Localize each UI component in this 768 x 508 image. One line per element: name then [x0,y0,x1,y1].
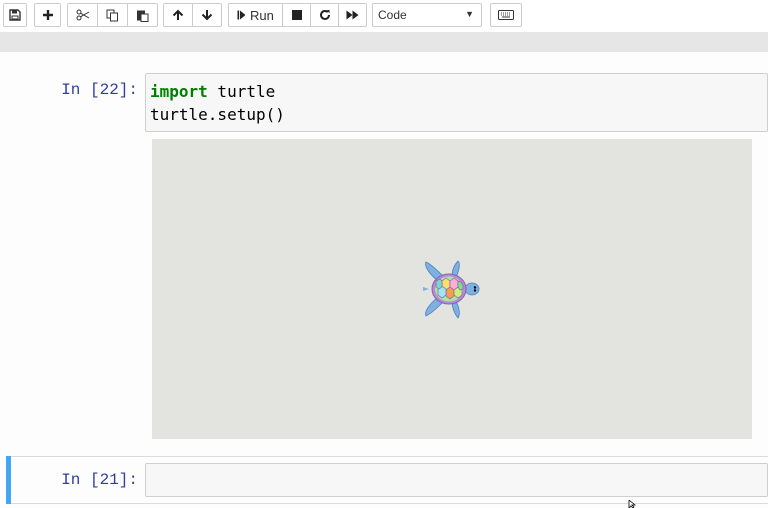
plus-icon [42,10,53,20]
floppy-disk-icon [9,9,21,21]
cell-type-value: Code [378,8,407,22]
arrow-up-icon [172,9,184,20]
keyboard-icon [498,10,514,20]
mouse-cursor-icon [628,500,637,508]
turtle-canvas [152,139,752,439]
paste-icon [137,10,149,22]
cell-prompt: In [22]: [61,81,138,99]
code-line2: turtle.setup() [150,105,285,124]
run-button-label: Run [250,7,274,23]
insert-cell-button[interactable] [34,3,61,27]
save-button[interactable] [3,3,27,27]
cell-prompt: In [21]: [61,471,138,489]
arrow-down-icon [201,10,213,21]
paste-button[interactable] [127,3,158,27]
step-forward-icon [237,10,246,20]
code-keyword: import [150,82,208,101]
cell-type-select[interactable]: Code ▼ [372,3,482,27]
cut-button[interactable] [67,3,98,27]
move-up-button[interactable] [163,3,193,27]
code-line1-rest: turtle [207,82,276,101]
copy-icon [106,9,118,21]
turtle-icon [423,260,480,319]
code-input[interactable]: import turtle turtle.setup() [145,73,768,132]
move-down-button[interactable] [192,3,222,27]
scissors-icon [76,9,89,21]
stop-icon [291,10,302,20]
code-text: import turtle turtle.setup() [146,74,767,126]
restart-run-all-button[interactable] [338,3,367,27]
notebook-toolbar: Run Code ▼ [0,0,768,33]
run-button[interactable]: Run [228,3,283,27]
copy-button[interactable] [97,3,128,27]
code-input[interactable] [145,463,768,497]
refresh-icon [319,9,330,20]
header-band [0,33,768,52]
fast-forward-icon [346,10,359,20]
selected-cell-indicator [6,456,11,504]
chevron-down-icon: ▼ [465,9,474,19]
restart-button[interactable] [310,3,339,27]
interrupt-button[interactable] [282,3,311,27]
command-palette-button[interactable] [490,3,522,27]
